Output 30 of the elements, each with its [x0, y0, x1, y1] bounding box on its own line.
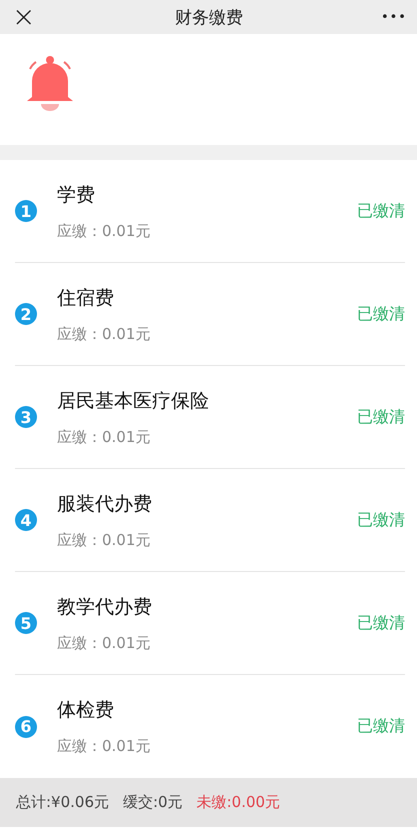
payment-status: 已缴清: [357, 612, 405, 634]
payment-status: 已缴清: [357, 716, 405, 737]
number-badge: 4: [15, 509, 37, 531]
amount-due: 应缴：0.01元: [57, 530, 152, 550]
number-badge: 6: [15, 716, 37, 738]
page-title: 财务缴费: [175, 6, 244, 28]
deferred-amount: 缓交:0元: [123, 793, 183, 812]
payment-status: 已缴清: [357, 304, 405, 324]
amount-due: 应缴：0.01元: [57, 428, 152, 446]
fee-name: 居民基本医疗保险: [57, 388, 210, 414]
amount-due: 应缴：0.01元: [57, 634, 152, 652]
amount-due: 应缴：0.01元: [57, 324, 152, 344]
amount-due: 应缴：0.01元: [57, 737, 152, 756]
fee-name: 学费: [57, 182, 96, 208]
fee-name: 住宿费: [57, 286, 115, 310]
payment-status: 已缴清: [357, 510, 405, 530]
more-icon[interactable]: •••: [378, 10, 409, 24]
unpaid-amount: 未缴:0.00元: [196, 793, 280, 812]
fee-name: 体检费: [57, 698, 115, 723]
number-badge: 2: [15, 303, 37, 325]
fee-name: 服装代办费: [57, 492, 153, 516]
number-badge: 5: [15, 612, 37, 634]
fee-name: 教学代办费: [57, 594, 153, 620]
number-badge: 1: [15, 200, 37, 222]
payment-status: 已缴清: [357, 200, 405, 222]
total-amount: 总计:¥0.06元: [16, 793, 109, 812]
payment-status: 已缴清: [357, 406, 405, 428]
amount-due: 应缴：0.01元: [57, 222, 152, 240]
number-badge: 3: [15, 406, 37, 428]
close-icon[interactable]: ×: [8, 3, 40, 31]
